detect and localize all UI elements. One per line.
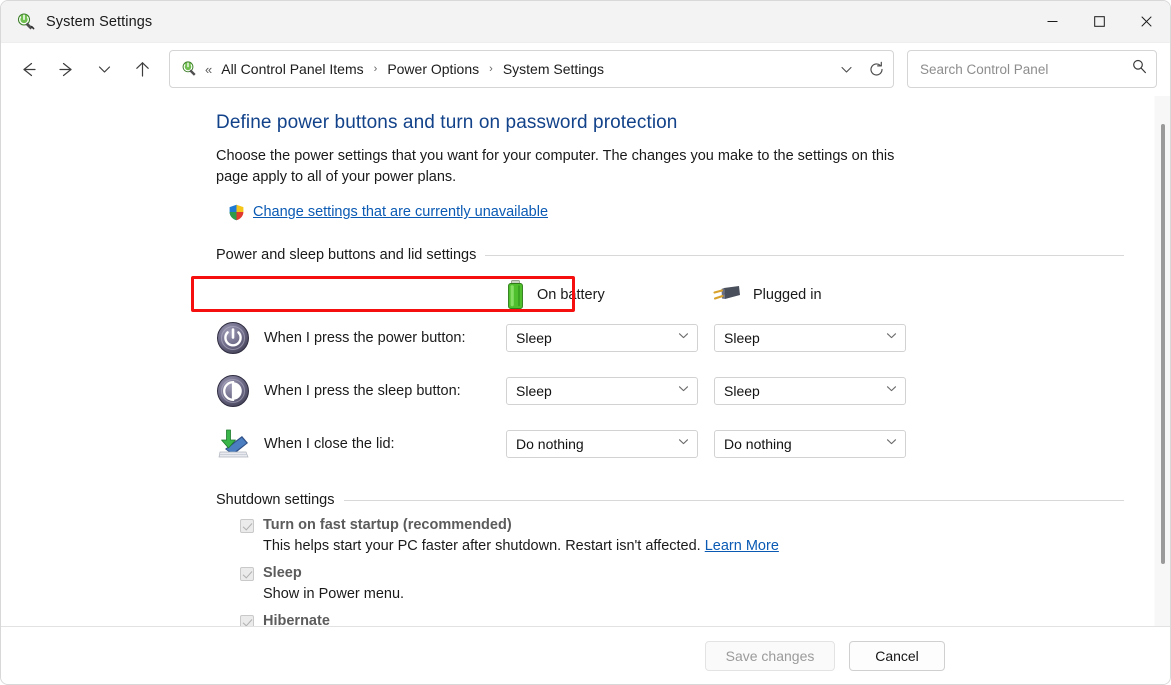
control-panel-icon [180,60,198,78]
breadcrumb-separator-icon: › [367,63,385,75]
hibernate-label: Hibernate [263,612,330,626]
sleep-button-plugged-in-value: Sleep [724,383,885,399]
chevron-down-icon [885,435,898,453]
sleep-button-icon [216,374,250,408]
power-plug-icon [713,283,743,307]
fast-startup-checkbox[interactable] [240,519,254,533]
setting-row-power-button: When I press the power button: Sleep Sle… [216,311,1124,364]
section-divider [485,255,1124,256]
recent-locations-button[interactable] [85,50,123,88]
title-bar: System Settings [1,1,1170,43]
breadcrumb-all-control-panel-items[interactable]: All Control Panel Items [218,57,366,81]
page-title: Define power buttons and turn on passwor… [216,112,1124,134]
power-button-plugged-in-value: Sleep [724,330,885,346]
forward-button[interactable] [47,50,85,88]
title-bar-left: System Settings [1,12,1029,32]
search-icon[interactable] [1131,58,1148,80]
sleep-description: Show in Power menu. [263,585,1124,604]
laptop-lid-icon [216,427,250,461]
sleep-button-on-battery-value: Sleep [516,383,677,399]
setting-row-close-lid: When I close the lid: Do nothing Do noth… [216,417,1124,470]
power-button-on-battery-value: Sleep [516,330,677,346]
column-plugged-in-label: Plugged in [753,287,822,303]
change-settings-link[interactable]: Change settings that are currently unava… [253,204,548,220]
close-lid-label: When I close the lid: [264,436,506,452]
cancel-button[interactable]: Cancel [849,641,945,671]
shutdown-section-header: Shutdown settings [216,492,1124,508]
fast-startup-label: Turn on fast startup (recommended) [263,516,512,535]
settings-page: Define power buttons and turn on passwor… [1,96,1154,626]
checkbox-row-sleep[interactable]: Sleep [240,564,1124,583]
chevron-down-icon [885,382,898,400]
shutdown-section-title: Shutdown settings [216,492,335,508]
settings-inner: Define power buttons and turn on passwor… [1,112,1154,626]
navigation-bar: « All Control Panel Items › Power Option… [1,43,1170,95]
learn-more-link[interactable]: Learn More [705,538,779,554]
close-lid-plugged-in-select[interactable]: Do nothing [714,430,906,458]
up-button[interactable] [123,50,161,88]
breadcrumb-power-options[interactable]: Power Options [384,57,482,81]
sleep-button-on-battery-select[interactable]: Sleep [506,377,698,405]
chevron-down-icon[interactable] [831,53,861,85]
power-options-icon [15,12,35,32]
change-settings-link-row[interactable]: Change settings that are currently unava… [228,199,1124,225]
chevron-down-icon [677,329,690,347]
minimize-button[interactable] [1029,1,1076,43]
setting-row-sleep-button: When I press the sleep button: Sleep Sle… [216,364,1124,417]
maximize-button[interactable] [1076,1,1123,43]
power-button-plugged-in-select[interactable]: Sleep [714,324,906,352]
hibernate-checkbox[interactable] [240,615,254,626]
close-lid-on-battery-value: Do nothing [516,436,677,452]
window-title: System Settings [46,14,152,30]
sleep-button-plugged-in-select[interactable]: Sleep [714,377,906,405]
chevron-down-icon [885,329,898,347]
vertical-scrollbar[interactable] [1154,96,1170,626]
power-button-on-battery-select[interactable]: Sleep [506,324,698,352]
close-lid-on-battery-select[interactable]: Do nothing [506,430,698,458]
refresh-icon[interactable] [861,53,891,85]
column-headers: On battery Plugged in [216,279,1124,311]
power-button-label: When I press the power button: [264,330,506,346]
fast-startup-description-text: This helps start your PC faster after sh… [263,538,705,554]
system-settings-window: System Settings [0,0,1171,685]
window-controls [1029,1,1170,43]
section-divider [344,500,1125,501]
column-plugged-in: Plugged in [713,279,921,311]
scrollbar-thumb[interactable] [1161,124,1165,564]
close-lid-plugged-in-value: Do nothing [724,436,885,452]
chevron-down-icon [677,382,690,400]
battery-icon [505,279,527,311]
breadcrumb-system-settings[interactable]: System Settings [500,57,607,81]
page-description: Choose the power settings that you want … [216,146,928,187]
address-bar[interactable]: « All Control Panel Items › Power Option… [169,50,894,88]
column-on-battery: On battery [505,279,713,311]
save-changes-button[interactable]: Save changes [705,641,835,671]
sleep-checkbox[interactable] [240,567,254,581]
power-section-header: Power and sleep buttons and lid settings [216,247,1124,263]
checkbox-row-hibernate[interactable]: Hibernate [240,612,1124,626]
breadcrumb-separator-icon: › [482,63,500,75]
power-button-icon [216,321,250,355]
breadcrumb-overflow-icon[interactable]: « [205,62,212,77]
close-button[interactable] [1123,1,1170,43]
fast-startup-description: This helps start your PC faster after sh… [263,537,1124,556]
back-button[interactable] [9,50,47,88]
sleep-label: Sleep [263,564,302,583]
search-input[interactable] [920,62,1131,77]
footer-bar: Save changes Cancel [1,626,1170,684]
sleep-button-label: When I press the sleep button: [264,383,506,399]
power-section-title: Power and sleep buttons and lid settings [216,247,476,263]
column-on-battery-label: On battery [537,287,605,303]
checkbox-row-fast-startup[interactable]: Turn on fast startup (recommended) [240,516,1124,535]
search-box[interactable] [907,50,1157,88]
content-area: Define power buttons and turn on passwor… [1,95,1170,626]
chevron-down-icon [677,435,690,453]
uac-shield-icon [228,204,245,221]
